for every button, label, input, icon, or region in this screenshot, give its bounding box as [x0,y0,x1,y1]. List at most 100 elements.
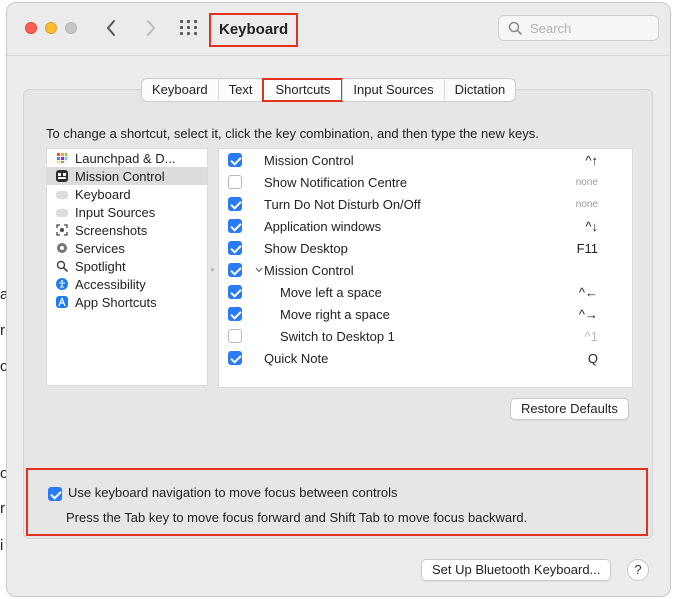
help-button[interactable]: ? [627,559,649,581]
shortcut-row[interactable]: Quick Note Q [219,347,632,369]
category-accessibility[interactable]: Accessibility [47,275,207,293]
shortcut-key[interactable]: Q [588,351,598,366]
shortcut-key[interactable]: ^← [579,285,598,300]
shortcut-name: Application windows [264,218,382,234]
shortcut-key[interactable]: ^↓ [585,219,598,234]
split-divider-handle[interactable]: ● [210,265,215,274]
shortcut-row[interactable]: Turn Do Not Disturb On/Off none [219,193,632,215]
shortcut-key[interactable]: ^→ [579,307,598,322]
shortcut-name: Move right a space [280,306,390,322]
shortcut-checkbox[interactable] [228,197,242,211]
launchpad-icon [56,152,68,164]
keyboard-navigation-checkbox[interactable] [48,487,62,501]
search-input[interactable] [528,19,650,37]
shortcut-checkbox[interactable] [228,153,242,167]
shortcut-key[interactable]: ^1 [585,329,598,344]
shortcut-name: Mission Control [264,262,354,278]
accessibility-icon [56,278,68,290]
shortcut-key[interactable]: none [576,177,598,188]
toolbar: Keyboard [7,3,670,56]
preferences-window: Keyboard Keyboard Text Shortcuts Input S… [6,2,671,597]
screenshots-icon [56,224,68,236]
spotlight-icon [56,260,68,272]
category-label: Spotlight [75,258,126,274]
input-sources-icon [56,209,68,217]
mission-control-icon [56,170,68,182]
keyboard-navigation-hint: Press the Tab key to move focus forward … [66,510,528,525]
category-services[interactable]: Services [47,239,207,257]
category-label: Launchpad & D... [75,150,176,166]
category-spotlight[interactable]: Spotlight [47,257,207,275]
category-input-sources[interactable]: Input Sources [47,203,207,221]
category-label: App Shortcuts [75,294,157,310]
category-mission-control[interactable]: Mission Control [47,167,207,185]
back-button[interactable] [101,16,121,40]
shortcut-row[interactable]: Show Notification Centre none [219,171,632,193]
shortcut-name: Turn Do Not Disturb On/Off [264,196,421,212]
forward-button[interactable] [141,16,161,40]
category-app-shortcuts[interactable]: App Shortcuts [47,293,207,311]
tab-text[interactable]: Text [217,79,263,101]
keyboard-navigation-section: Use keyboard navigation to move focus be… [26,468,648,536]
close-window-button[interactable] [25,22,37,34]
shortcut-row[interactable]: Move left a space ^← [219,281,632,303]
shortcut-name: Quick Note [264,350,329,366]
shortcut-checkbox[interactable] [228,241,242,255]
shortcut-key[interactable]: ^↑ [585,153,598,168]
shortcut-checkbox[interactable] [228,285,242,299]
background-text: i [0,537,4,554]
shortcut-checkbox[interactable] [228,175,242,189]
shortcut-row[interactable]: Show Desktop F11 [219,237,632,259]
shortcut-name: Mission Control [264,152,354,168]
disclosure-chevron-down-icon[interactable] [255,265,263,276]
shortcut-checkbox[interactable] [228,219,242,233]
shortcut-checkbox[interactable] [228,329,242,343]
zoom-window-button[interactable] [65,22,77,34]
window-title: Keyboard [209,13,299,47]
restore-defaults-button[interactable]: Restore Defaults [510,398,629,420]
shortcut-name: Switch to Desktop 1 [280,328,395,344]
tab-input-sources[interactable]: Input Sources [342,79,443,101]
shortcut-row[interactable]: Move right a space ^→ [219,303,632,325]
show-all-grid-icon[interactable] [179,19,199,37]
shortcut-row[interactable]: Switch to Desktop 1 ^1 [219,325,632,347]
gear-icon [56,242,68,254]
category-label: Services [75,240,125,256]
category-label: Keyboard [75,186,131,202]
shortcut-list: Mission Control ^↑ Show Notification Cen… [218,148,633,388]
background-text: r [0,322,5,339]
category-label: Input Sources [75,204,156,220]
category-screenshots[interactable]: Screenshots [47,221,207,239]
tab-keyboard[interactable]: Keyboard [142,79,218,101]
category-label: Screenshots [75,222,148,238]
shortcut-checkbox[interactable] [228,307,242,321]
shortcut-group-row[interactable]: Mission Control [219,259,632,281]
tab-shortcuts[interactable]: Shortcuts [261,78,344,102]
category-label: Accessibility [75,276,146,292]
background-text: r [0,500,5,517]
shortcut-checkbox[interactable] [228,351,242,365]
tab-bar: Keyboard Text Shortcuts Input Sources Di… [141,78,517,102]
shortcut-row[interactable]: Application windows ^↓ [219,215,632,237]
keyboard-navigation-label[interactable]: Use keyboard navigation to move focus be… [68,485,398,500]
shortcut-checkbox[interactable] [228,263,242,277]
shortcut-name: Show Notification Centre [264,174,408,190]
app-shortcuts-icon [56,296,68,308]
shortcut-key[interactable]: F11 [577,241,598,256]
set-up-bluetooth-keyboard-button[interactable]: Set Up Bluetooth Keyboard... [421,559,612,581]
instruction-text: To change a shortcut, select it, click t… [46,126,539,141]
tab-dictation[interactable]: Dictation [443,79,516,101]
keyboard-icon [56,191,68,199]
search-field[interactable] [498,15,659,41]
shortcut-name: Move left a space [280,284,382,300]
category-label: Mission Control [75,168,165,184]
shortcut-row[interactable]: Mission Control ^↑ [219,149,632,171]
chevron-right-icon [147,20,155,36]
category-launchpad[interactable]: Launchpad & D... [47,149,207,167]
chevron-left-icon [107,20,115,36]
category-keyboard[interactable]: Keyboard [47,185,207,203]
minimize-window-button[interactable] [45,22,57,34]
shortcut-key[interactable]: none [576,199,598,210]
shortcut-name: Show Desktop [264,240,348,256]
search-icon [508,21,522,35]
